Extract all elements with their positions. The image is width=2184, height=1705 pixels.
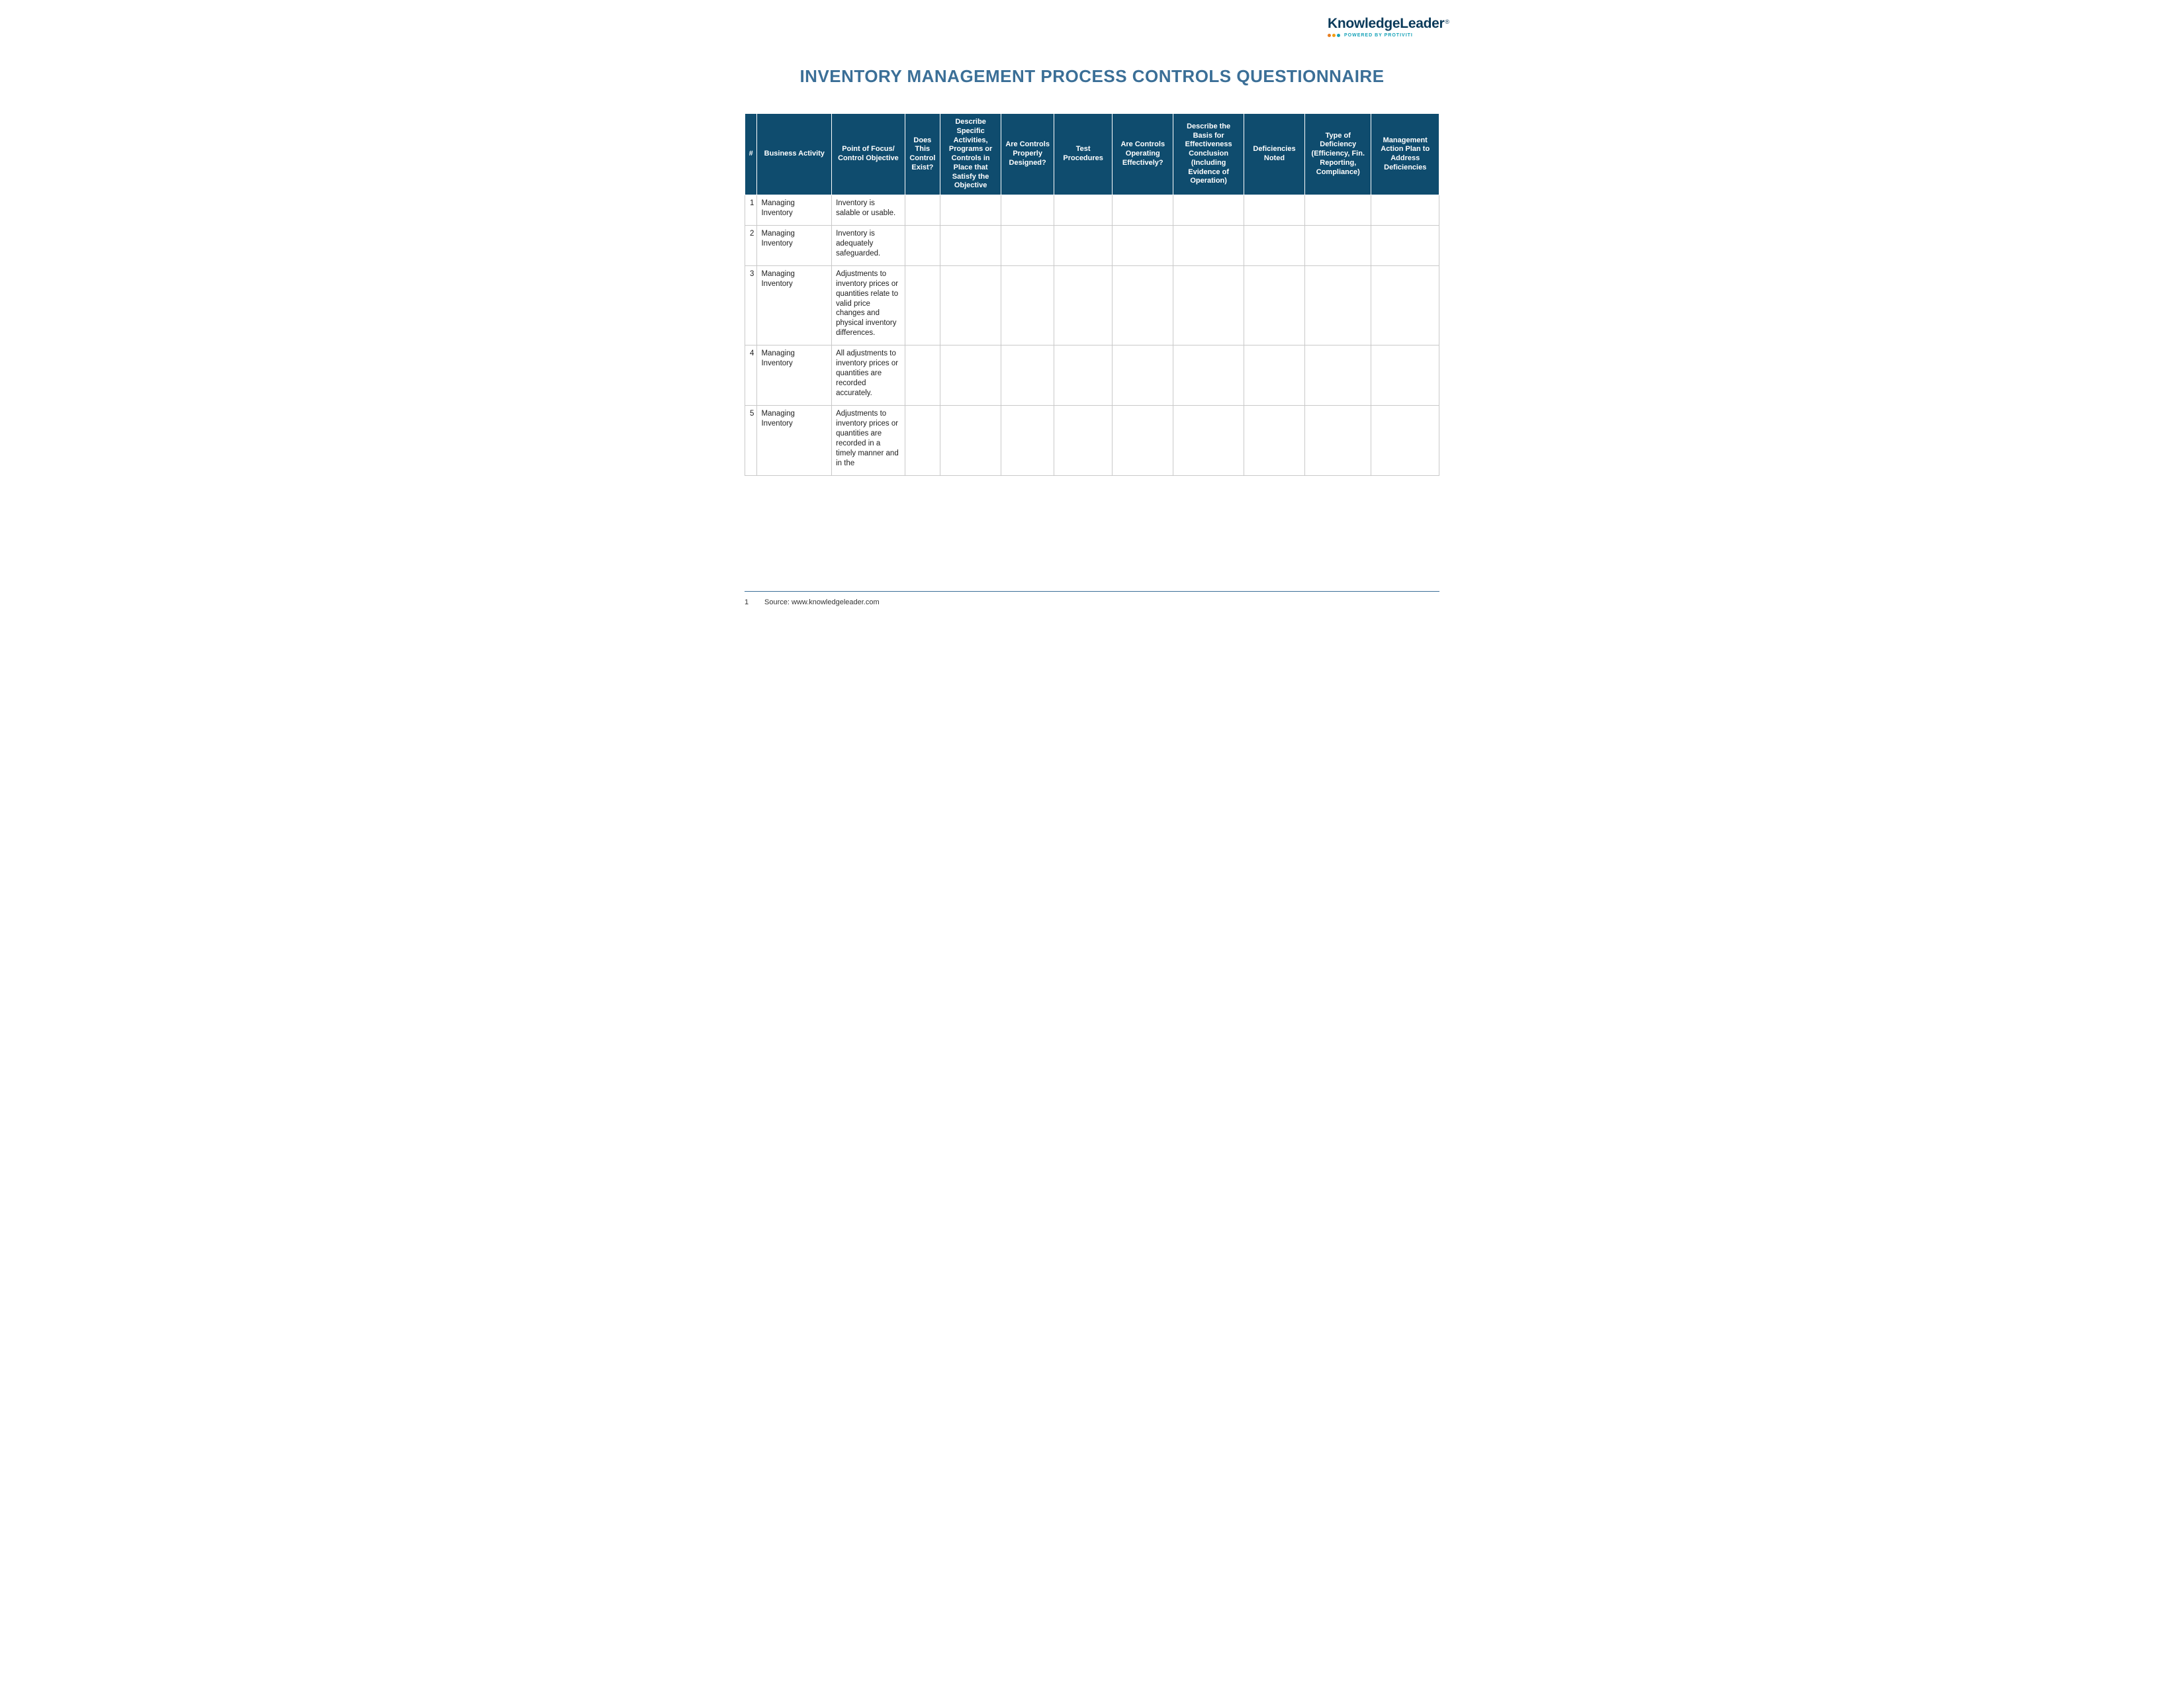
col-header-operating-effectively: Are Controls Operating Effectively? xyxy=(1113,114,1173,195)
col-header-control-exist: Does This Control Exist? xyxy=(905,114,940,195)
cell-deficiencies-noted xyxy=(1244,195,1304,226)
col-header-num: # xyxy=(745,114,757,195)
brand-dots-icon xyxy=(1328,34,1340,37)
cell-num: 5 xyxy=(745,405,757,475)
questionnaire-table: # Business Activity Point of Focus/ Cont… xyxy=(745,113,1439,476)
cell-deficiency-type xyxy=(1305,265,1371,346)
table-header: # Business Activity Point of Focus/ Cont… xyxy=(745,114,1439,195)
table-row: 5Managing InventoryAdjustments to invent… xyxy=(745,405,1439,475)
brand-logo: KnowledgeLeader® POWERED BY PROTIVITI xyxy=(1328,16,1449,38)
cell-test-procedures xyxy=(1054,405,1113,475)
cell-business-activity: Managing Inventory xyxy=(757,405,832,475)
cell-control-objective: Inventory is adequately safeguarded. xyxy=(832,225,905,265)
cell-test-procedures xyxy=(1054,195,1113,226)
cell-deficiency-type xyxy=(1305,195,1371,226)
cell-action-plan xyxy=(1371,265,1439,346)
cell-describe-controls xyxy=(940,265,1001,346)
cell-test-procedures xyxy=(1054,265,1113,346)
page-title: INVENTORY MANAGEMENT PROCESS CONTROLS QU… xyxy=(695,66,1489,87)
cell-business-activity: Managing Inventory xyxy=(757,346,832,406)
col-header-control-objective: Point of Focus/ Control Objective xyxy=(832,114,905,195)
cell-action-plan xyxy=(1371,346,1439,406)
cell-basis-conclusion xyxy=(1173,225,1244,265)
cell-control-exist xyxy=(905,346,940,406)
cell-operating-effectively xyxy=(1113,225,1173,265)
col-header-properly-designed: Are Controls Properly Designed? xyxy=(1001,114,1054,195)
cell-control-objective: Inventory is salable or usable. xyxy=(832,195,905,226)
brand-name-line: KnowledgeLeader® xyxy=(1328,16,1449,32)
cell-basis-conclusion xyxy=(1173,195,1244,226)
cell-control-objective: All adjustments to inventory prices or q… xyxy=(832,346,905,406)
cell-num: 4 xyxy=(745,346,757,406)
cell-control-exist xyxy=(905,405,940,475)
cell-control-objective: Adjustments to inventory prices or quant… xyxy=(832,405,905,475)
cell-action-plan xyxy=(1371,405,1439,475)
cell-properly-designed xyxy=(1001,405,1054,475)
cell-deficiency-type xyxy=(1305,405,1371,475)
cell-basis-conclusion xyxy=(1173,405,1244,475)
cell-control-exist xyxy=(905,265,940,346)
cell-business-activity: Managing Inventory xyxy=(757,265,832,346)
cell-operating-effectively xyxy=(1113,265,1173,346)
cell-operating-effectively xyxy=(1113,405,1173,475)
cell-deficiency-type xyxy=(1305,346,1371,406)
cell-properly-designed xyxy=(1001,346,1054,406)
cell-describe-controls xyxy=(940,405,1001,475)
brand-name: KnowledgeLeader xyxy=(1328,16,1444,31)
cell-control-objective: Adjustments to inventory prices or quant… xyxy=(832,265,905,346)
cell-control-exist xyxy=(905,225,940,265)
cell-basis-conclusion xyxy=(1173,346,1244,406)
col-header-deficiency-type: Type of Deficiency (Efficiency, Fin. Rep… xyxy=(1305,114,1371,195)
col-header-action-plan: Management Action Plan to Address Defici… xyxy=(1371,114,1439,195)
trademark-icon: ® xyxy=(1445,19,1449,25)
cell-control-exist xyxy=(905,195,940,226)
cell-deficiencies-noted xyxy=(1244,225,1304,265)
page-footer: 1 Source: www.knowledgeleader.com xyxy=(745,591,1439,606)
cell-deficiency-type xyxy=(1305,225,1371,265)
cell-deficiencies-noted xyxy=(1244,405,1304,475)
table-row: 1Managing InventoryInventory is salable … xyxy=(745,195,1439,226)
cell-operating-effectively xyxy=(1113,195,1173,226)
col-header-deficiencies-noted: Deficiencies Noted xyxy=(1244,114,1304,195)
table-row: 4Managing InventoryAll adjustments to in… xyxy=(745,346,1439,406)
brand-subline: POWERED BY PROTIVITI xyxy=(1328,33,1449,38)
cell-deficiencies-noted xyxy=(1244,346,1304,406)
cell-deficiencies-noted xyxy=(1244,265,1304,346)
cell-business-activity: Managing Inventory xyxy=(757,195,832,226)
cell-describe-controls xyxy=(940,195,1001,226)
cell-action-plan xyxy=(1371,225,1439,265)
document-page: KnowledgeLeader® POWERED BY PROTIVITI IN… xyxy=(695,0,1489,620)
cell-basis-conclusion xyxy=(1173,265,1244,346)
table-row: 2Managing InventoryInventory is adequate… xyxy=(745,225,1439,265)
cell-num: 2 xyxy=(745,225,757,265)
table-row: 3Managing InventoryAdjustments to invent… xyxy=(745,265,1439,346)
cell-test-procedures xyxy=(1054,225,1113,265)
cell-num: 1 xyxy=(745,195,757,226)
cell-test-procedures xyxy=(1054,346,1113,406)
cell-operating-effectively xyxy=(1113,346,1173,406)
col-header-business-activity: Business Activity xyxy=(757,114,832,195)
cell-properly-designed xyxy=(1001,195,1054,226)
cell-describe-controls xyxy=(940,225,1001,265)
cell-properly-designed xyxy=(1001,265,1054,346)
table-body: 1Managing InventoryInventory is salable … xyxy=(745,195,1439,476)
col-header-test-procedures: Test Procedures xyxy=(1054,114,1113,195)
col-header-describe-controls: Describe Specific Activities, Programs o… xyxy=(940,114,1001,195)
cell-action-plan xyxy=(1371,195,1439,226)
cell-describe-controls xyxy=(940,346,1001,406)
cell-num: 3 xyxy=(745,265,757,346)
col-header-basis-conclusion: Describe the Basis for Effectiveness Con… xyxy=(1173,114,1244,195)
questionnaire-table-wrap: # Business Activity Point of Focus/ Cont… xyxy=(745,113,1439,476)
cell-properly-designed xyxy=(1001,225,1054,265)
brand-tagline: POWERED BY PROTIVITI xyxy=(1344,33,1413,38)
footer-source: Source: www.knowledgeleader.com xyxy=(764,598,880,606)
cell-business-activity: Managing Inventory xyxy=(757,225,832,265)
page-number: 1 xyxy=(745,598,752,606)
